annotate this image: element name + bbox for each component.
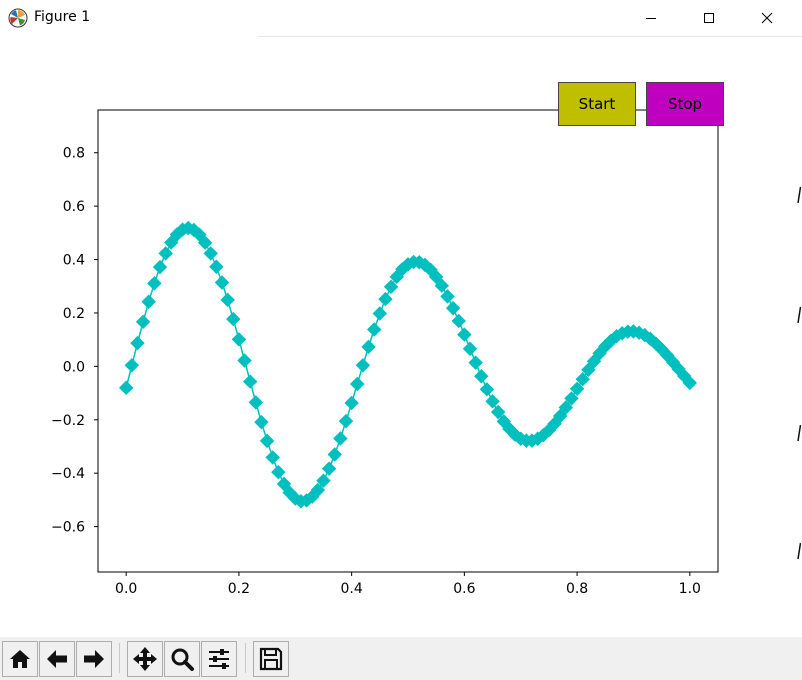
back-icon	[47, 650, 67, 668]
y-tick-label: −0.4	[51, 466, 85, 482]
matplotlib-icon	[8, 8, 28, 28]
zoom-icon	[171, 648, 194, 671]
toolbar-separator	[119, 643, 120, 673]
y-tick-label: 0.6	[63, 199, 85, 215]
x-tick-label: 0.4	[341, 581, 363, 597]
configure-subplots-icon	[209, 649, 229, 669]
y-tick-label: 0.4	[63, 253, 85, 269]
x-tick-label: 0.2	[228, 581, 250, 597]
window-titlebar: Figure 1	[0, 0, 802, 37]
start-button-label: Start	[578, 95, 616, 113]
y-tick-label: 0.8	[63, 146, 85, 162]
toolbar-separator	[245, 643, 246, 673]
window-title: Figure 1	[34, 9, 91, 25]
line-chart: 0.0 0.2 0.4 0.6 0.8 1.0 −0.6 −0.4 −0.2 0.0 0.2 0.4 0…	[51, 109, 719, 597]
maximize-button[interactable]	[686, 0, 732, 36]
edge-artifact	[797, 424, 801, 442]
home-button[interactable]	[2, 641, 38, 677]
pan-icon	[133, 647, 157, 671]
y-tick-label: −0.2	[51, 413, 85, 429]
edge-artifact	[797, 306, 801, 324]
save-button[interactable]	[253, 641, 289, 677]
axes-frame	[97, 109, 719, 573]
save-icon	[259, 647, 283, 671]
minimize-button[interactable]	[628, 0, 674, 36]
forward-button[interactable]	[76, 641, 112, 677]
x-tick-label: 1.0	[679, 581, 701, 597]
y-tick-label: −0.6	[51, 520, 85, 536]
zoom-button[interactable]	[164, 641, 200, 677]
figure-canvas: 0.0 0.2 0.4 0.6 0.8 1.0 −0.6 −0.4 −0.2 0.0 0.2 0.4 0…	[0, 37, 802, 637]
x-tick-label: 0.8	[566, 581, 588, 597]
start-button[interactable]: Start	[558, 82, 636, 126]
navigation-toolbar	[0, 637, 802, 680]
home-icon	[10, 650, 30, 668]
forward-icon	[84, 650, 104, 668]
x-tick-label: 0.0	[115, 581, 137, 597]
stop-button-label: Stop	[667, 95, 703, 113]
back-button[interactable]	[39, 641, 75, 677]
y-tick-label: 0.0	[63, 359, 85, 375]
pan-button[interactable]	[127, 641, 163, 677]
configure-subplots-button[interactable]	[201, 641, 237, 677]
close-icon	[761, 12, 773, 24]
close-button[interactable]	[744, 0, 790, 36]
minimize-icon	[646, 18, 656, 19]
maximize-icon	[704, 13, 714, 23]
stop-button[interactable]: Stop	[646, 82, 724, 126]
x-tick-label: 0.6	[453, 581, 475, 597]
y-tick-label: 0.2	[63, 306, 85, 322]
edge-artifact	[797, 186, 801, 204]
edge-artifact	[797, 542, 801, 560]
